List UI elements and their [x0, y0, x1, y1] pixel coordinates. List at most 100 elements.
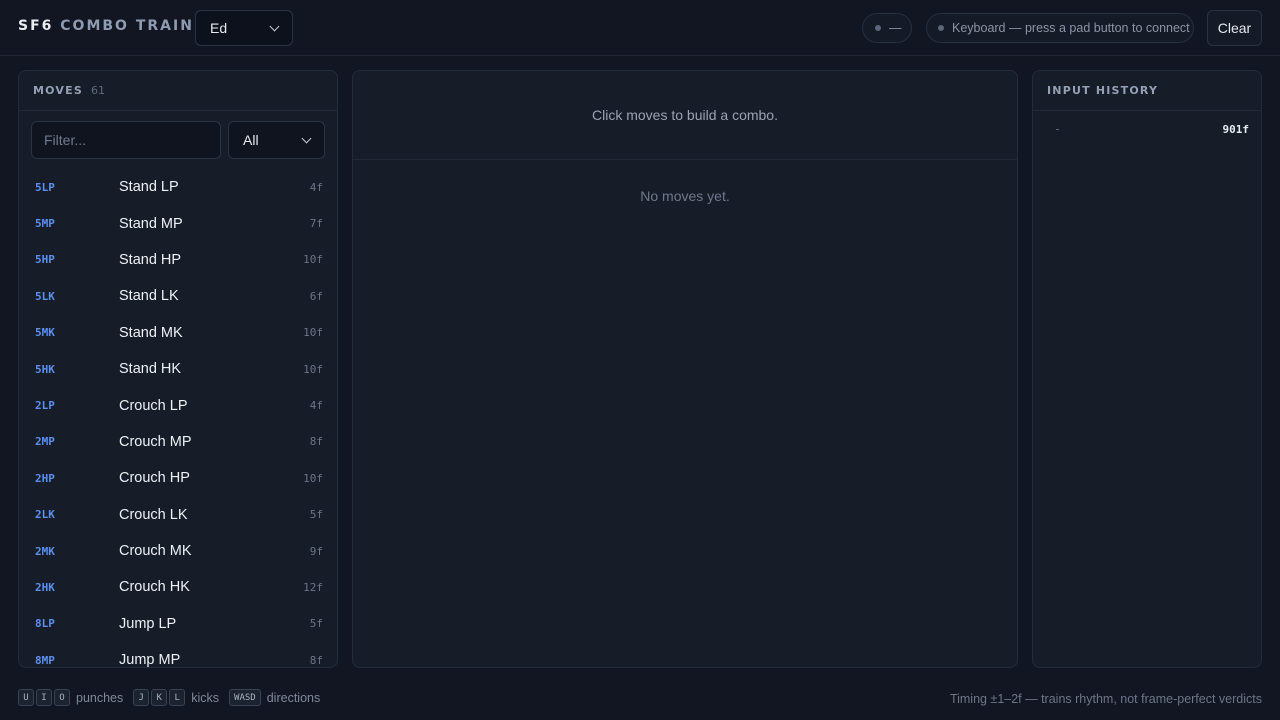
input-history-header: INPUT HISTORY [1033, 71, 1261, 111]
move-frames: 9f [309, 544, 323, 558]
status-dot-icon [875, 25, 881, 31]
move-name: Crouch HK [119, 579, 190, 596]
move-item[interactable]: 5MK Stand MK 10f [19, 315, 337, 351]
move-type-select[interactable]: All [228, 121, 325, 159]
moves-panel: MOVES 61 All 5LP Stand LP 4f 5MP Stand M… [18, 70, 338, 668]
moves-count: 61 [90, 84, 105, 97]
history-frames: 901f [1222, 122, 1250, 136]
move-notation: 5MK [35, 326, 55, 340]
move-frames: 10f [303, 326, 323, 340]
key-cap: L [169, 689, 186, 706]
clear-button[interactable]: Clear [1207, 10, 1262, 46]
move-frames: 4f [309, 180, 323, 194]
move-notation: 2LK [35, 508, 55, 522]
key-cap: I [36, 689, 52, 706]
input-device-pill: Keyboard — press a pad button to connect [926, 13, 1194, 43]
kick-label: kicks [191, 690, 220, 705]
move-name: Crouch LP [119, 397, 188, 414]
move-notation: 2HK [35, 580, 55, 594]
move-name: Jump MP [119, 652, 181, 668]
key-cap: U [18, 689, 34, 706]
move-item[interactable]: 2MK Crouch MK 9f [19, 533, 337, 569]
move-list[interactable]: 5LP Stand LP 4f 5MP Stand MP 7f 5HP Stan… [19, 169, 337, 668]
move-notation: 2MP [35, 435, 55, 449]
top-bar: SF6 COMBO TRAINER Ed — Keyboard — press … [0, 0, 1280, 56]
move-name: Crouch MK [119, 543, 192, 560]
timing-note: Timing ±1–2f — trains rhythm, not frame-… [949, 692, 1262, 706]
character-select-value: Ed [210, 20, 228, 36]
move-notation: 5HK [35, 362, 55, 376]
move-name: Crouch MP [119, 433, 192, 450]
history-mark-icon [1056, 128, 1059, 130]
input-device-text: Keyboard — press a pad button to connect [952, 21, 1190, 35]
key-cap: K [151, 689, 168, 706]
move-notation: 2MK [35, 544, 55, 558]
move-item[interactable]: 2LK Crouch LK 5f [19, 497, 337, 533]
move-item[interactable]: 5MP Stand MP 7f [19, 205, 337, 241]
connection-status-pill: — [862, 13, 912, 43]
move-notation: 5LP [35, 180, 55, 194]
move-item[interactable]: 2MP Crouch MP 8f [19, 424, 337, 460]
move-notation: 5HP [35, 253, 55, 267]
move-notation: 2LP [35, 399, 55, 413]
move-name: Crouch LK [119, 506, 188, 523]
move-item[interactable]: 5LP Stand LP 4f [19, 169, 337, 205]
combo-hint: Click moves to build a combo. [353, 71, 1017, 160]
move-name: Stand LK [119, 288, 179, 305]
move-frames: 8f [309, 653, 323, 667]
move-frames: 10f [303, 471, 323, 485]
move-item[interactable]: 5HP Stand HP 10f [19, 242, 337, 278]
move-notation: 8LP [35, 617, 55, 631]
move-name: Jump LP [119, 615, 177, 632]
moves-filter-row: All [31, 121, 327, 159]
move-notation: 8MP [35, 653, 55, 667]
move-frames: 8f [309, 435, 323, 449]
key-cap: O [54, 689, 70, 706]
move-frames: 10f [303, 253, 323, 267]
move-frames: 7f [309, 217, 323, 231]
key-cap: WASD [229, 689, 261, 706]
move-item[interactable]: 8MP Jump MP 8f [19, 642, 337, 668]
history-entry: 901f [1047, 119, 1249, 139]
key-cap: J [133, 689, 150, 706]
chevron-down-icon [301, 133, 312, 143]
move-frames: 12f [303, 580, 323, 594]
footer: U I O punches J K L kicks WASD direction… [0, 686, 1280, 712]
connection-status-text: — [889, 21, 902, 35]
key-legend: U I O punches J K L kicks WASD direction… [18, 689, 330, 706]
brand-primary: SF6 [18, 18, 54, 34]
move-frames: 4f [309, 399, 323, 413]
move-item[interactable]: 2HP Crouch HP 10f [19, 460, 337, 496]
move-frames: 5f [309, 508, 323, 522]
moves-header: MOVES 61 [19, 71, 337, 111]
move-frames: 6f [309, 289, 323, 303]
input-history-title: INPUT HISTORY [1047, 84, 1159, 97]
move-item[interactable]: 5HK Stand HK 10f [19, 351, 337, 387]
punch-label: punches [76, 690, 124, 705]
move-frames: 10f [303, 362, 323, 376]
move-name: Stand HK [119, 361, 182, 378]
move-name: Stand MK [119, 324, 183, 341]
direction-label: directions [266, 690, 321, 705]
move-frames: 5f [309, 617, 323, 631]
move-name: Crouch HP [119, 470, 190, 487]
move-name: Stand MP [119, 215, 183, 232]
combo-panel: Click moves to build a combo. No moves y… [352, 70, 1018, 668]
move-notation: 5LK [35, 289, 55, 303]
move-item[interactable]: 2HK Crouch HK 12f [19, 569, 337, 605]
move-item[interactable]: 5LK Stand LK 6f [19, 278, 337, 314]
move-item[interactable]: 8LP Jump LP 5f [19, 606, 337, 642]
move-type-select-value: All [243, 132, 259, 148]
moves-title: MOVES [33, 84, 83, 97]
input-history-panel: INPUT HISTORY 901f [1032, 70, 1262, 668]
move-name: Stand HP [119, 251, 182, 268]
move-item[interactable]: 2LP Crouch LP 4f [19, 387, 337, 423]
chevron-down-icon [269, 21, 280, 31]
move-notation: 2HP [35, 471, 55, 485]
input-dot-icon [938, 25, 944, 31]
move-name: Stand LP [119, 179, 179, 196]
combo-empty-state: No moves yet. [640, 188, 730, 204]
move-filter-input[interactable] [31, 121, 221, 159]
app-brand: SF6 COMBO TRAINER [18, 18, 218, 34]
character-select[interactable]: Ed [195, 10, 293, 46]
